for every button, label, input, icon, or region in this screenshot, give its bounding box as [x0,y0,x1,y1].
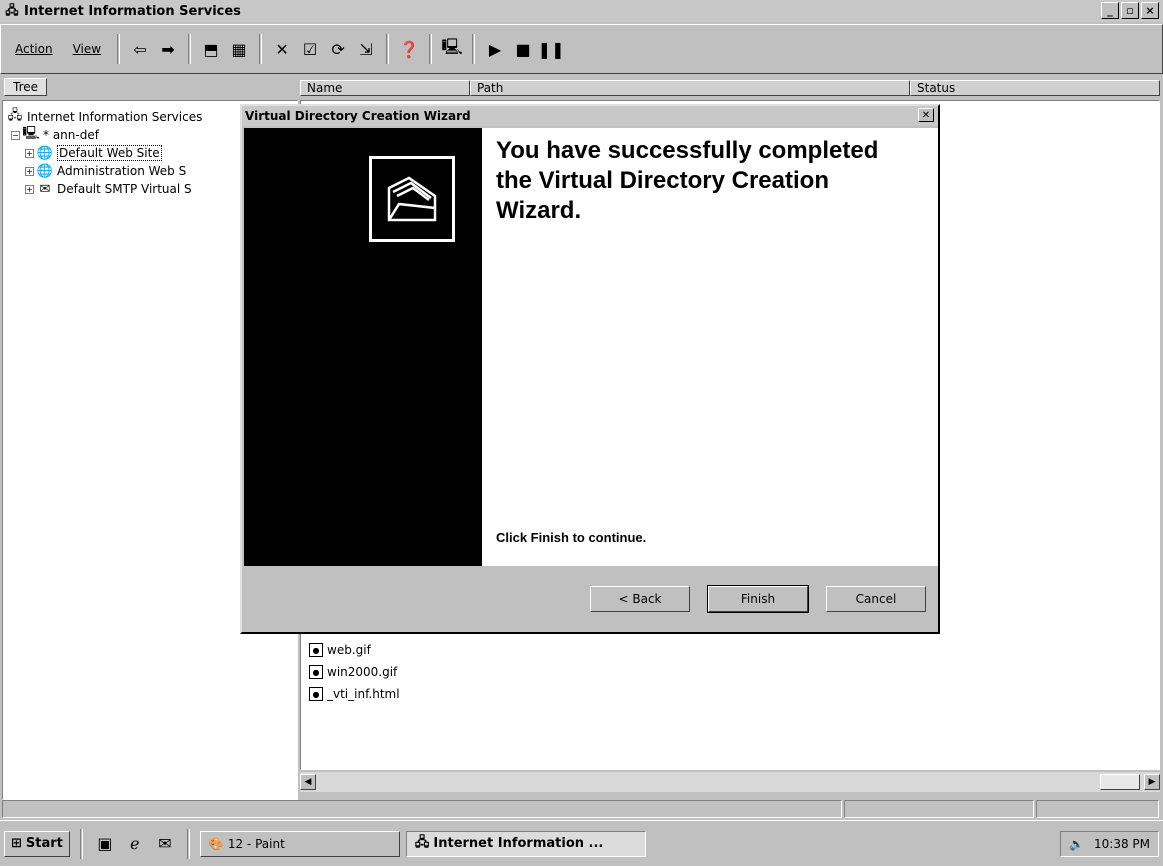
computer-icon[interactable]: 🖳 [440,37,464,61]
toolbar-separator [472,34,476,64]
cancel-button[interactable]: Cancel [826,586,926,612]
internet-explorer-icon[interactable]: ℯ [123,832,147,856]
expand-icon[interactable]: + [25,148,34,158]
list-item[interactable]: ● win2000.gif [309,665,397,679]
finish-button[interactable]: Finish [707,585,809,613]
toolbar-separator [117,34,121,64]
iis-app-icon: 🖧 [5,2,19,17]
toolbar-separator [386,34,390,64]
system-tray: 🔈 10:38 PM [1060,830,1159,857]
pause-icon[interactable]: ❚❚ [538,37,565,61]
tree-site-label: Default Web Site [57,145,162,161]
file-icon: ● [309,643,323,657]
window-title: Internet Information Services [24,3,241,19]
status-bar [0,798,1163,820]
outlook-express-icon[interactable]: ✉ [153,832,177,856]
status-segment [1036,800,1159,818]
tree-server[interactable]: − 🖳 * ann-def [11,126,99,143]
list-item[interactable]: ● _vti_inf.html [309,687,400,701]
close-button[interactable]: × [1141,2,1159,19]
show-desktop-icon[interactable]: ▣ [93,832,117,856]
list-item[interactable]: ● web.gif [309,643,371,657]
toolbar-separator [259,34,263,64]
tree-root[interactable]: 🖧 Internet Information Services [7,108,203,125]
toolbar-separator [188,34,192,64]
stop-icon[interactable]: ■ [511,37,535,61]
tree-site-label: Administration Web S [57,164,187,178]
iis-app-icon: 🖧 [414,834,430,850]
wizard-dialog: Virtual Directory Creation Wizard ✕ You … [240,104,940,634]
tree-server-label: * ann-def [43,128,99,142]
menu-view[interactable]: View [65,40,109,58]
scroll-left-icon[interactable]: ◀ [300,774,316,790]
smtp-icon: ✉ [39,181,51,197]
tab-tree[interactable]: Tree [4,78,48,96]
export-icon[interactable]: ⇲ [354,37,378,61]
minimize-button[interactable]: _ [1101,2,1119,19]
toolbar: Action View ⇦ ➡ ⬒ ▦ ✕ ☑ ⟳ ⇲ ❓ 🖳 ▶ ■ ❚❚ [0,24,1163,74]
wizard-prompt: Click Finish to continue. [496,530,647,545]
windows-logo-icon: ⊞ [11,836,22,851]
task-button-iis[interactable]: 🖧 Internet Information ... [405,830,646,857]
collapse-icon[interactable]: − [11,130,20,140]
dialog-title: Virtual Directory Creation Wizard [245,109,471,123]
paint-icon: 🎨 [208,836,224,851]
folders-icon [369,156,455,242]
back-button[interactable]: < Back [590,586,690,612]
file-name: web.gif [327,643,371,657]
file-icon: ● [309,687,323,701]
delete-icon[interactable]: ✕ [270,37,294,61]
dialog-title-bar[interactable]: Virtual Directory Creation Wizard ✕ [242,106,938,126]
server-icon: 🖳 [22,126,40,141]
wizard-side-panel [244,128,482,566]
column-status[interactable]: Status [910,80,1160,96]
up-folder-icon[interactable]: ⬒ [199,37,223,61]
status-segment [2,800,842,818]
file-icon: ● [309,665,323,679]
status-segment [844,800,1034,818]
column-name[interactable]: Name [300,80,470,96]
clock[interactable]: 10:38 PM [1094,837,1150,851]
globe-icon: 🌐 [36,163,54,179]
taskbar-separator [186,828,190,859]
iis-icon: 🖧 [7,108,23,123]
play-icon[interactable]: ▶ [483,37,507,61]
file-name: win2000.gif [327,665,398,679]
tree-site-label: Default SMTP Virtual S [57,182,192,196]
dialog-close-button[interactable]: ✕ [918,108,934,122]
taskbar: ⊞ Start ▣ ℯ ✉ 🎨 12 - Paint 🖧 Internet In… [0,820,1163,866]
menu-action[interactable]: Action [7,40,61,58]
help-icon[interactable]: ❓ [397,37,421,61]
expand-icon[interactable]: + [25,184,34,194]
wizard-button-row: < Back Finish Cancel [244,568,940,630]
tree-site[interactable]: + 🌐 Administration Web S [25,163,186,179]
column-path[interactable]: Path [470,80,910,96]
wizard-heading: You have successfully completed the Virt… [496,137,879,224]
back-arrow-icon[interactable]: ⇦ [128,37,152,61]
forward-arrow-icon[interactable]: ➡ [156,37,180,61]
properties-icon[interactable]: ☑ [298,37,322,61]
scroll-right-icon[interactable]: ▶ [1144,774,1160,790]
tree-root-label: Internet Information Services [27,110,203,124]
start-button[interactable]: ⊞ Start [4,830,70,857]
tree-site[interactable]: + ✉ Default SMTP Virtual S [25,181,192,197]
maximize-button[interactable]: ▫ [1121,2,1139,19]
expand-icon[interactable]: + [25,166,34,176]
horizontal-scrollbar[interactable]: ◀ ▶ [300,772,1160,792]
refresh-icon[interactable]: ⟳ [326,37,350,61]
toolbar-separator [429,34,433,64]
wizard-content: You have successfully completed the Virt… [482,128,938,566]
window-title-bar[interactable]: 🖧 Internet Information Services _ ▫ × [0,0,1163,22]
task-button-paint[interactable]: 🎨 12 - Paint [199,830,400,857]
taskbar-separator [79,828,83,859]
globe-icon: 🌐 [36,145,54,161]
scroll-thumb[interactable] [1100,774,1140,790]
show-tree-icon[interactable]: ▦ [227,37,251,61]
volume-icon[interactable]: 🔈 [1069,837,1084,851]
column-header: Name Path Status [300,80,1160,96]
tree-site[interactable]: + 🌐 Default Web Site [25,145,162,161]
file-name: _vti_inf.html [327,687,400,701]
